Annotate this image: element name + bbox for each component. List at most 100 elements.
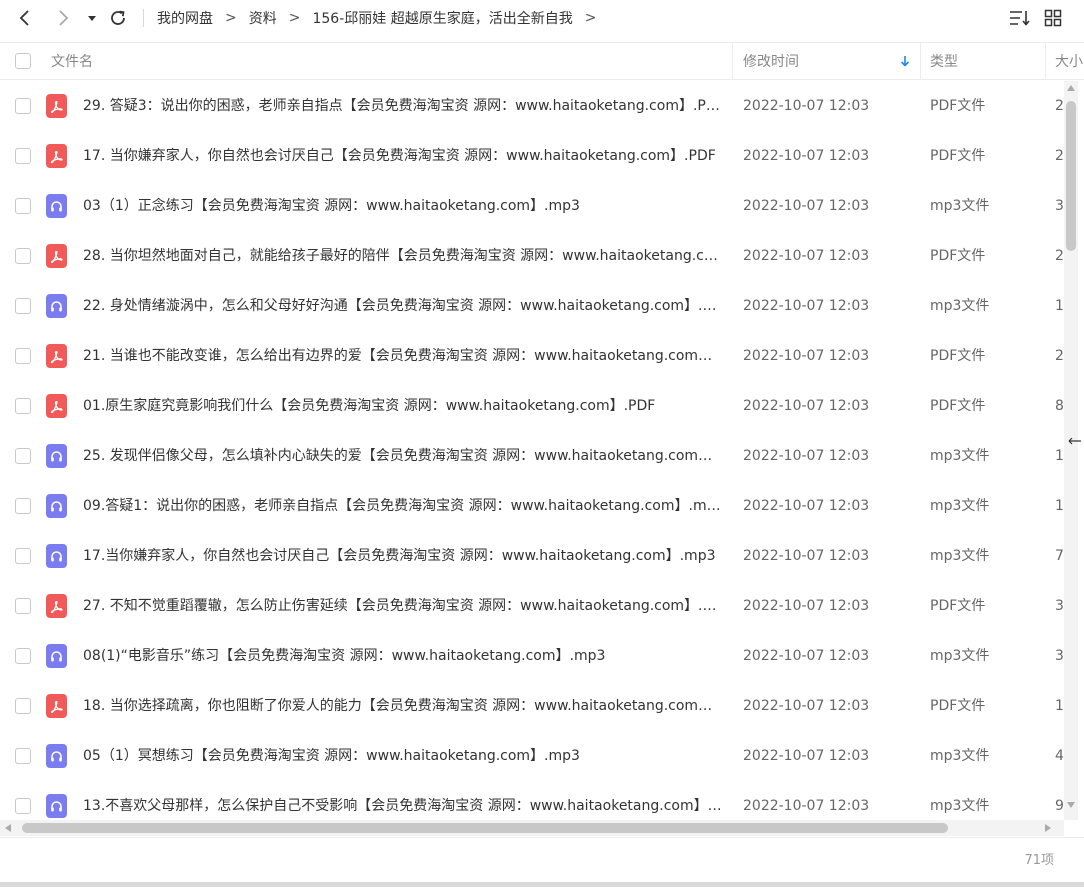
sort-arrow-icon[interactable] [900,43,910,79]
file-name[interactable]: 17.当你嫌弃家人，你自然也会讨厌自己【会员免费海淘宝资 源网：www.hait… [83,531,723,581]
audio-file-icon [46,644,67,668]
vertical-scrollbar[interactable] [1064,81,1078,820]
row-checkbox[interactable] [15,598,31,614]
column-divider[interactable] [920,43,921,79]
file-size: 3 [1055,198,1064,214]
file-name[interactable]: 27. 不知不觉重蹈覆辙，怎么防止伤害延续【会员免费海淘宝资 源网：www.ha… [83,581,723,631]
file-type: mp3文件 [930,798,990,814]
file-name[interactable]: 21. 当谁也不能改变谁，怎么给出有边界的爱【会员免费海淘宝资 源网：www.h… [83,331,723,381]
file-name[interactable]: 13.不喜欢父母那样，怎么保护自己不受影响【会员免费海淘宝资 源网：www.ha… [83,781,723,820]
file-name[interactable]: 29. 答疑3：说出你的困惑，老师亲自指点【会员免费海淘宝资 源网：www.ha… [83,81,723,131]
table-row[interactable]: 17.当你嫌弃家人，你自然也会讨厌自己【会员免费海淘宝资 源网：www.hait… [0,531,1064,581]
file-name[interactable]: 08(1)“电影音乐”练习【会员免费海淘宝资 源网：www.haitaoketa… [83,631,723,681]
audio-file-icon [46,794,67,818]
breadcrumb-separator: > [288,10,301,26]
file-name[interactable]: 17. 当你嫌弃家人，你自然也会讨厌自己【会员免费海淘宝资 源网：www.hai… [83,131,723,181]
table-row[interactable]: 05（1）冥想练习【会员免费海淘宝资 源网：www.haitaoketang.c… [0,731,1064,781]
file-modified-time: 2022-10-07 12:03 [743,598,870,614]
file-size: 2 [1055,348,1064,364]
table-row[interactable]: 28. 当你坦然地面对自己，就能给孩子最好的陪伴【会员免费海淘宝资 源网：www… [0,231,1064,281]
table-row[interactable]: 27. 不知不觉重蹈覆辙，怎么防止伤害延续【会员免费海淘宝资 源网：www.ha… [0,581,1064,631]
pdf-file-icon [46,694,67,718]
file-name[interactable]: 05（1）冥想练习【会员免费海淘宝资 源网：www.haitaoketang.c… [83,731,723,781]
row-checkbox[interactable] [15,798,31,814]
row-checkbox[interactable] [15,748,31,764]
file-name[interactable]: 03（1）正念练习【会员免费海淘宝资 源网：www.haitaoketang.c… [83,181,723,231]
file-list: 29. 答疑3：说出你的困惑，老师亲自指点【会员免费海淘宝资 源网：www.ha… [0,81,1064,820]
file-size: 9 [1055,798,1064,814]
table-row[interactable]: 08(1)“电影音乐”练习【会员免费海淘宝资 源网：www.haitaoketa… [0,631,1064,681]
table-row[interactable]: 22. 身处情绪漩涡中，怎么和父母好好沟通【会员免费海淘宝资 源网：www.ha… [0,281,1064,331]
row-checkbox[interactable] [15,448,31,464]
column-type[interactable]: 类型 [930,43,958,79]
row-checkbox[interactable] [15,498,31,514]
file-name[interactable]: 01.原生家庭究竟影响我们什么【会员免费海淘宝资 源网：www.haitaoke… [83,381,723,431]
horizontal-scrollbar[interactable] [0,820,1064,836]
table-row[interactable]: 09.答疑1：说出你的困惑，老师亲自指点【会员免费海淘宝资 源网：www.hai… [0,481,1064,531]
file-modified-time: 2022-10-07 12:03 [743,348,870,364]
grid-view-icon[interactable] [1041,7,1065,29]
scroll-down-icon[interactable] [1067,802,1075,808]
table-row[interactable]: 18. 当你选择疏离，你也阻断了你爱人的能力【会员免费海淘宝资 源网：www.h… [0,681,1064,731]
pdf-file-icon [46,94,67,118]
audio-file-icon [46,194,67,218]
pdf-file-icon [46,244,67,268]
pdf-file-icon [46,144,67,168]
status-bar: 71项 [0,837,1084,883]
column-size[interactable]: 大小 [1055,43,1084,79]
table-row[interactable]: 13.不喜欢父母那样，怎么保护自己不受影响【会员免费海淘宝资 源网：www.ha… [0,781,1064,820]
breadcrumb-separator: > [225,10,237,26]
file-name[interactable]: 22. 身处情绪漩涡中，怎么和父母好好沟通【会员免费海淘宝资 源网：www.ha… [83,281,723,331]
row-checkbox[interactable] [15,298,31,314]
forward-icon[interactable] [51,6,75,30]
row-checkbox[interactable] [15,198,31,214]
column-name[interactable]: 文件名 [51,43,93,79]
table-row[interactable]: 25. 发现伴侣像父母，怎么填补内心缺失的爱【会员免费海淘宝资 源网：www.h… [0,431,1064,481]
file-name[interactable]: 28. 当你坦然地面对自己，就能给孩子最好的陪伴【会员免费海淘宝资 源网：www… [83,231,723,281]
refresh-icon[interactable] [106,6,130,30]
file-name[interactable]: 25. 发现伴侣像父母，怎么填补内心缺失的爱【会员免费海淘宝资 源网：www.h… [83,431,723,481]
column-modified[interactable]: 修改时间 [743,43,799,79]
vertical-scroll-thumb[interactable] [1066,101,1076,251]
scroll-right-icon[interactable] [1045,824,1051,832]
file-modified-time: 2022-10-07 12:03 [743,798,870,814]
column-divider[interactable] [1045,43,1046,79]
breadcrumb-item[interactable]: 资料 [249,8,277,28]
history-dropdown-icon[interactable] [80,6,104,30]
item-count: 71项 [1024,853,1054,868]
table-row[interactable]: 01.原生家庭究竟影响我们什么【会员免费海淘宝资 源网：www.haitaoke… [0,381,1064,431]
breadcrumb-item[interactable]: 156-邱丽娃 超越原生家庭，活出全新自我 [312,8,572,28]
file-modified-time: 2022-10-07 12:03 [743,548,870,564]
row-checkbox[interactable] [15,248,31,264]
file-modified-time: 2022-10-07 12:03 [743,448,870,464]
table-row[interactable]: 17. 当你嫌弃家人，你自然也会讨厌自己【会员免费海淘宝资 源网：www.hai… [0,131,1064,181]
scroll-up-icon[interactable] [1067,85,1075,91]
file-name[interactable]: 09.答疑1：说出你的困惑，老师亲自指点【会员免费海淘宝资 源网：www.hai… [83,481,723,531]
row-checkbox[interactable] [15,648,31,664]
select-all-checkbox[interactable] [15,43,31,79]
row-checkbox[interactable] [15,698,31,714]
file-size: 4 [1055,748,1064,764]
file-modified-time: 2022-10-07 12:03 [743,298,870,314]
row-checkbox[interactable] [15,398,31,414]
pdf-file-icon [46,394,67,418]
column-divider[interactable] [732,43,733,79]
audio-file-icon [46,294,67,318]
horizontal-scroll-thumb[interactable] [22,823,948,833]
breadcrumb-item[interactable]: 我的网盘 [157,8,213,28]
table-row[interactable]: 03（1）正念练习【会员免费海淘宝资 源网：www.haitaoketang.c… [0,181,1064,231]
toolbar-divider [143,9,144,27]
toolbar: 我的网盘 > 资料 > 156-邱丽娃 超越原生家庭，活出全新自我 > [0,0,1084,36]
window-bottom-edge [0,882,1084,887]
table-row[interactable]: 21. 当谁也不能改变谁，怎么给出有边界的爱【会员免费海淘宝资 源网：www.h… [0,331,1064,381]
scroll-left-icon[interactable] [5,824,11,832]
back-icon[interactable] [13,6,37,30]
row-checkbox[interactable] [15,98,31,114]
file-name[interactable]: 18. 当你选择疏离，你也阻断了你爱人的能力【会员免费海淘宝资 源网：www.h… [83,681,723,731]
file-size: 3 [1055,598,1064,614]
table-row[interactable]: 29. 答疑3：说出你的困惑，老师亲自指点【会员免费海淘宝资 源网：www.ha… [0,81,1064,131]
row-checkbox[interactable] [15,548,31,564]
row-checkbox[interactable] [15,148,31,164]
row-checkbox[interactable] [15,348,31,364]
sort-icon[interactable] [1008,7,1032,29]
